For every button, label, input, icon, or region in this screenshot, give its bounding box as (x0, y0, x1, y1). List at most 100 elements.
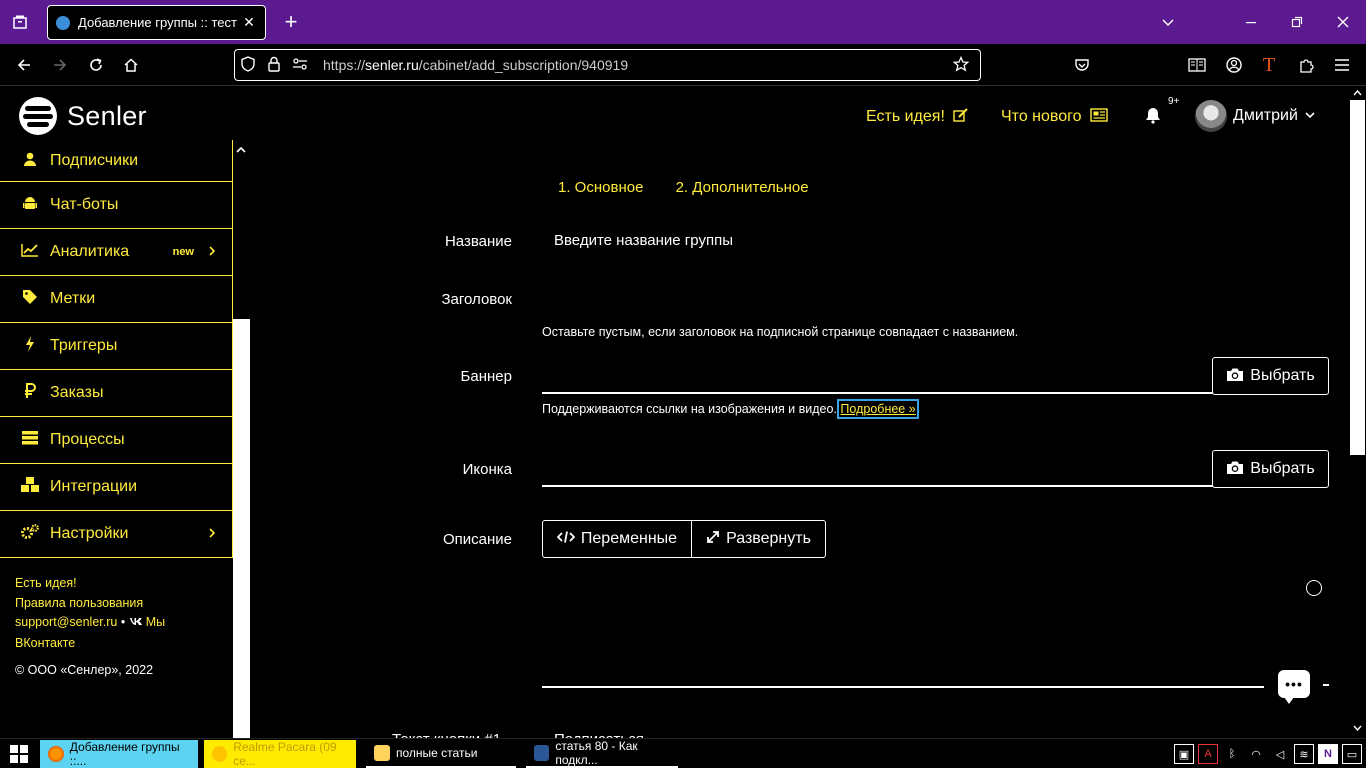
taskbar-item-media[interactable]: Realme Pacara (09 се... (204, 740, 356, 768)
taskbar-item-label: Realme Pacara (09 се... (233, 740, 337, 768)
avatar (1195, 100, 1227, 132)
permissions-icon[interactable] (287, 57, 313, 74)
minimize-window-icon[interactable] (1228, 0, 1274, 44)
new-badge: new (172, 246, 194, 258)
sidebar-item-processes[interactable]: Процессы (0, 417, 233, 464)
sidebar-item-label: Процессы (50, 431, 125, 448)
ruble-icon (20, 383, 40, 403)
back-arrow-icon[interactable] (12, 53, 36, 77)
sidebar-item-settings[interactable]: Настройки (0, 511, 233, 558)
edit-icon (953, 108, 969, 126)
page-scrollbar-thumb[interactable] (1350, 100, 1365, 455)
close-window-icon[interactable] (1320, 0, 1366, 44)
banner-input[interactable] (542, 356, 1214, 394)
new-tab-button[interactable]: + (279, 10, 303, 34)
camera-icon (1226, 460, 1244, 479)
button-text-label: Текст кнопки #1 (392, 729, 501, 738)
footer-support-link[interactable]: support@senler.ru (15, 615, 117, 629)
page-scrollbar[interactable] (1349, 86, 1366, 738)
tag-icon (20, 289, 40, 309)
news-link[interactable]: Что нового (1001, 108, 1108, 126)
banner-choose-button[interactable]: Выбрать (1212, 357, 1329, 395)
expand-button-label: Развернуть (726, 530, 811, 547)
idea-link-label: Есть идея! (866, 108, 945, 125)
tab-list-icon[interactable] (0, 0, 40, 44)
sidebar-scrollbar[interactable] (233, 140, 250, 738)
form-steps: 1. Основное 2. Дополнительное (558, 179, 837, 196)
idea-link[interactable]: Есть идея! (866, 108, 969, 126)
reload-icon[interactable] (84, 53, 108, 77)
sidebar-item-tags[interactable]: Метки (0, 276, 233, 323)
minimize-dash (1323, 684, 1329, 686)
reader-view-icon[interactable] (1185, 53, 1209, 77)
banner-choose-label: Выбрать (1250, 367, 1315, 384)
browser-tab-active[interactable]: Добавление группы :: тест ✕ (47, 5, 266, 40)
step-tab-main[interactable]: 1. Основное (558, 179, 643, 196)
lock-icon[interactable] (261, 56, 287, 75)
icon-choose-label: Выбрать (1250, 460, 1315, 477)
url-text[interactable]: https://senler.ru/cabinet/add_subscripti… (323, 57, 948, 73)
taskbar-item-firefox[interactable]: Добавление группы ::... (40, 740, 198, 768)
sidebar-item-label: Триггеры (50, 337, 118, 354)
sidebar-item-subscribers[interactable]: Подписчики (0, 140, 233, 182)
sidebar-item-triggers[interactable]: Триггеры (0, 323, 233, 370)
scroll-up-arrow-icon[interactable] (1353, 88, 1362, 98)
tray-app-icon[interactable]: ▣ (1174, 744, 1194, 764)
name-input[interactable]: Введите название группы (554, 232, 1204, 249)
menu-hamburger-icon[interactable] (1330, 53, 1354, 77)
senler-logo[interactable]: Senler (19, 97, 147, 135)
volume-icon[interactable]: ◁ (1270, 744, 1290, 764)
forward-arrow-icon[interactable] (48, 53, 72, 77)
tab-title: Добавление группы :: тест (78, 15, 237, 30)
address-bar[interactable]: https://senler.ru/cabinet/add_subscripti… (234, 49, 981, 81)
notifications-center-icon[interactable]: ▭ (1342, 744, 1362, 764)
sidebar-scrollbar-thumb[interactable] (233, 319, 250, 738)
user-menu[interactable]: Дмитрий (1195, 100, 1316, 132)
shield-icon[interactable] (235, 55, 261, 75)
restore-window-icon[interactable] (1274, 0, 1320, 44)
scroll-up-arrow-icon[interactable] (236, 146, 246, 157)
footer-rules-link[interactable]: Правила пользования (15, 594, 215, 614)
cubes-icon (20, 477, 40, 497)
sidebar-item-chatbots[interactable]: Чат-боты (0, 182, 233, 229)
notifications-bell-icon[interactable] (1144, 106, 1162, 129)
tab-close-icon[interactable]: ✕ (241, 14, 257, 31)
extension-t-icon[interactable]: T (1257, 53, 1281, 77)
sidebar-item-analytics[interactable]: Аналитика new (0, 229, 233, 276)
tray-n-icon[interactable]: N (1318, 744, 1338, 764)
banner-more-link[interactable]: Подробнее » (837, 399, 919, 419)
footer-copyright: © ООО «Сенлер», 2022 (15, 663, 154, 677)
sidebar-item-label: Чат-боты (50, 196, 119, 213)
icon-input[interactable] (542, 449, 1214, 487)
bluetooth-icon[interactable]: ᛒ (1222, 744, 1242, 764)
variables-button[interactable]: Переменные (542, 520, 692, 558)
extensions-puzzle-icon[interactable] (1294, 53, 1318, 77)
step-tab-additional[interactable]: 2. Дополнительное (676, 179, 809, 196)
description-textarea[interactable] (542, 570, 1264, 688)
home-icon[interactable] (119, 53, 143, 77)
wifi-icon[interactable]: ◠ (1246, 744, 1266, 764)
bookmark-star-icon[interactable] (948, 55, 974, 75)
chart-line-icon (20, 243, 40, 261)
account-icon[interactable] (1222, 53, 1246, 77)
tray-adobe-icon[interactable]: A (1198, 744, 1218, 764)
expand-button[interactable]: Развернуть (691, 520, 826, 558)
footer-idea-link[interactable]: Есть идея! (15, 574, 215, 594)
icon-choose-button[interactable]: Выбрать (1212, 450, 1329, 488)
chat-support-icon[interactable]: ••• (1278, 670, 1310, 704)
scroll-down-arrow-icon[interactable] (1353, 723, 1362, 733)
sidebar-item-integrations[interactable]: Интеграции (0, 464, 233, 511)
emoji-icon[interactable] (1306, 580, 1322, 596)
taskbar-item-label: статья 80 - Как подкл... (555, 739, 638, 767)
windows-start-icon[interactable] (10, 745, 28, 763)
taskbar-item-folder[interactable]: полные статьи (366, 740, 516, 768)
pocket-icon[interactable] (1070, 53, 1094, 77)
button-text-input[interactable]: Подписаться (554, 729, 644, 738)
title-input[interactable] (554, 282, 1204, 312)
sidebar-item-orders[interactable]: Заказы (0, 370, 233, 417)
taskbar-item-word[interactable]: статья 80 - Как подкл... (526, 739, 678, 768)
tab-overflow-chevron-icon[interactable] (1145, 0, 1191, 44)
footer-separator: • (120, 615, 126, 629)
code-icon (556, 530, 576, 548)
tray-stripes-icon[interactable]: ≋ (1294, 744, 1314, 764)
